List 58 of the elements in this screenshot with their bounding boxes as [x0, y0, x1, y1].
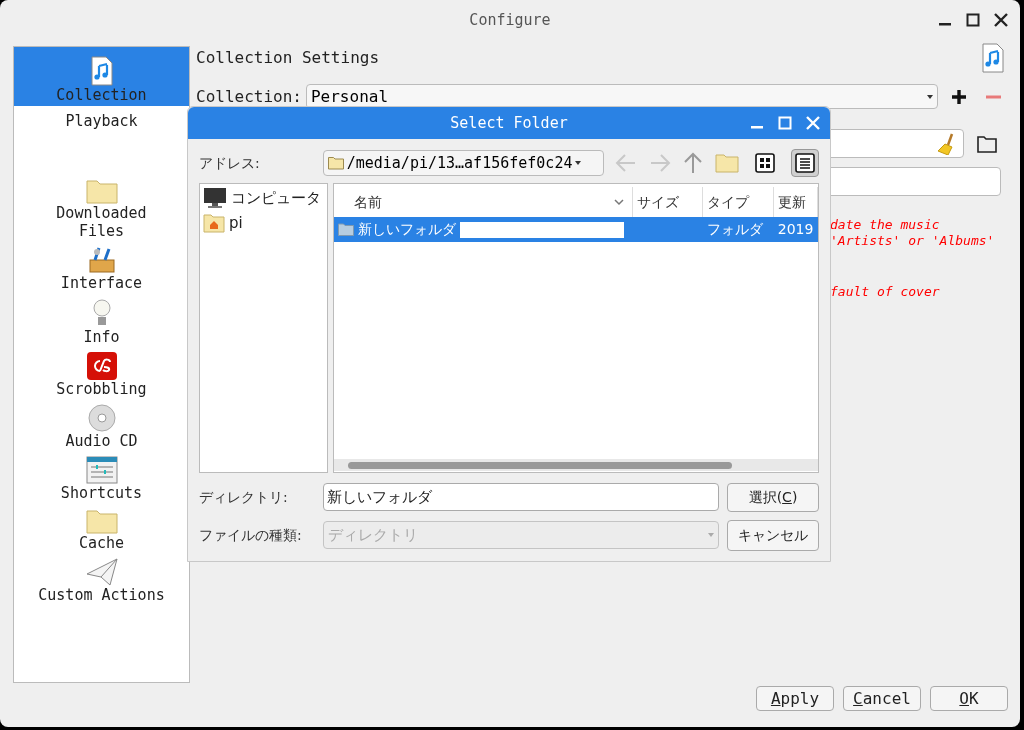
dialog-title: Select Folder	[450, 112, 568, 134]
caret-icon	[708, 533, 714, 537]
hint-text: 'Artists' or 'Albums'	[830, 233, 996, 249]
section-heading: Collection Settings	[196, 47, 380, 69]
dialog-button[interactable]: Cancel	[843, 686, 921, 711]
folder-icon	[85, 508, 118, 534]
add-icon[interactable]	[950, 88, 967, 105]
caret-icon	[926, 94, 933, 99]
maximize-icon[interactable]	[966, 13, 980, 27]
sidebar-item[interactable]: Scrobbling	[14, 346, 189, 398]
place-item[interactable]: コンピュータ	[203, 187, 327, 210]
toolbox-icon	[86, 246, 117, 274]
paper-plane-icon	[85, 558, 118, 586]
sidebar-item[interactable]: Collection	[14, 47, 189, 106]
folder-icon	[337, 223, 354, 236]
folder-icon	[85, 178, 118, 204]
dialog-button[interactable]: Apply	[756, 686, 834, 711]
detail-view-button[interactable]	[791, 149, 819, 177]
cancel-button[interactable]: キャンセル	[727, 519, 819, 551]
dialog-button[interactable]: OK	[930, 686, 1008, 711]
collection-label: Collection:	[196, 85, 302, 108]
file-row[interactable]: 新しいフォルダ フォルダ 2019	[333, 217, 818, 242]
file-date: 2019	[777, 221, 814, 237]
home-folder-icon	[203, 212, 225, 233]
music-file-icon	[89, 56, 114, 86]
sidebar-item[interactable]: Audio CD	[14, 398, 189, 450]
sidebar-item[interactable]: Custom Actions	[14, 552, 189, 604]
file-type-label: ファイルの種類:	[199, 525, 303, 545]
hint-text: date the music	[830, 217, 941, 233]
scrobbling-logo-icon	[86, 352, 117, 380]
sidebar-item[interactable]: Downloaded Files	[14, 172, 189, 240]
note-text: fault of cover	[830, 284, 941, 300]
close-icon[interactable]	[994, 13, 1008, 27]
folder-icon	[327, 156, 344, 170]
folder-outline-icon[interactable]	[977, 134, 997, 153]
sidebar-item[interactable]: Playback	[14, 106, 189, 172]
caret-icon	[575, 161, 582, 165]
address-label: アドレス:	[199, 153, 261, 173]
music-file-icon	[981, 43, 1005, 73]
disc-icon	[87, 404, 116, 432]
directory-label: ディレクトリ:	[199, 487, 289, 507]
directory-field[interactable]: 新しいフォルダ	[323, 483, 719, 511]
monitor-icon	[203, 187, 227, 210]
window-title: Configure	[469, 9, 551, 31]
place-item[interactable]: pi	[203, 211, 327, 234]
sidebar-item[interactable]: Interface	[14, 240, 189, 292]
choose-button[interactable]: 選択(C)	[727, 482, 819, 512]
address-dropdown[interactable]: /media/pi/13…af156fef0c24	[322, 150, 604, 176]
up-arrow-icon[interactable]	[683, 152, 703, 174]
file-type: フォルダ	[706, 221, 763, 237]
lightbulb-icon	[91, 298, 112, 328]
sidebar-item[interactable]: Shortcuts	[14, 450, 189, 502]
file-name: 新しいフォルダ	[357, 220, 456, 239]
chevron-down-icon	[613, 198, 624, 206]
sidebar-item[interactable]: Cache	[14, 502, 189, 552]
sidebar-item[interactable]: Info	[14, 292, 189, 346]
sliders-icon	[85, 456, 118, 484]
horizontal-scrollbar[interactable]	[333, 459, 818, 471]
